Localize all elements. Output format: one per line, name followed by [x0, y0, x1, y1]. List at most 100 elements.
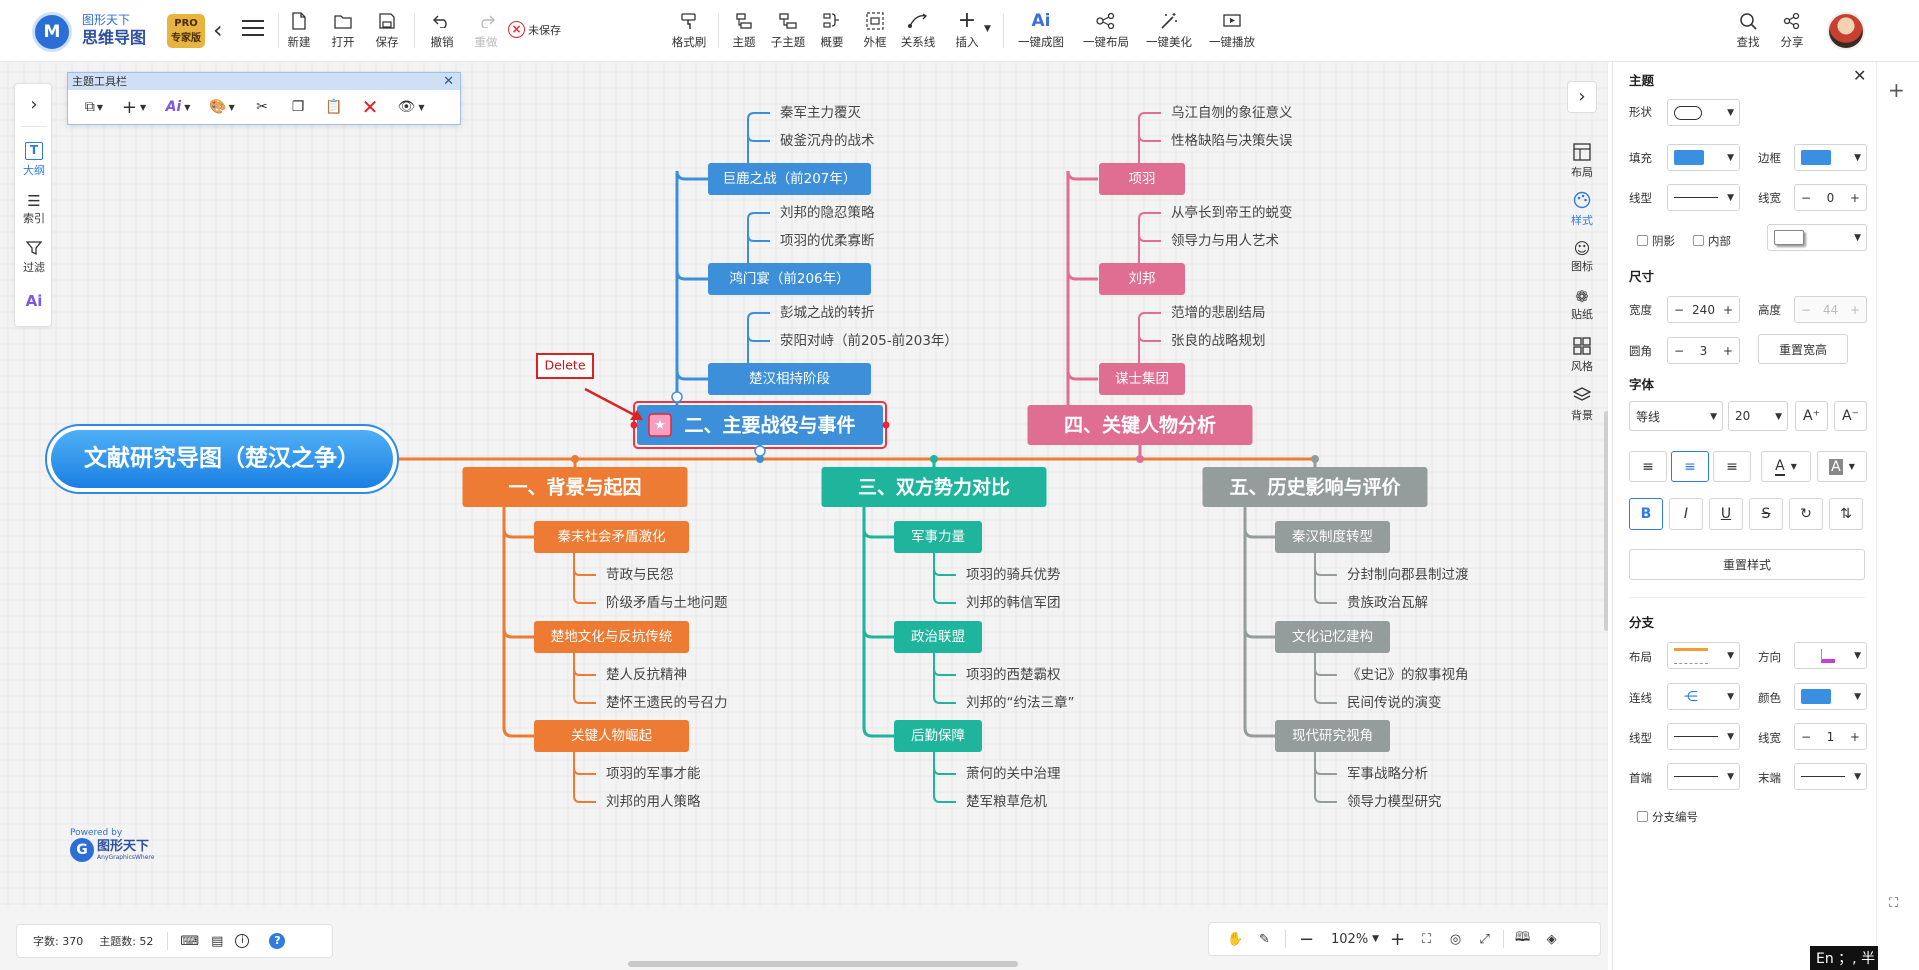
- back-icon[interactable]: ‹: [213, 16, 223, 44]
- bold-button[interactable]: B: [1629, 498, 1663, 530]
- sticker-button[interactable]: ❁ 贴纸: [1564, 288, 1600, 322]
- new-button[interactable]: 新建: [284, 8, 314, 56]
- topic-toolbar-header[interactable]: 主题工具栏 ✕: [68, 73, 460, 90]
- leaf-topic[interactable]: 《史记》的叙事视角: [1347, 667, 1469, 683]
- undo-button[interactable]: 撤销: [427, 8, 457, 56]
- pen-icon[interactable]: ✎: [1250, 932, 1279, 947]
- panel-close-icon[interactable]: ✕: [1853, 66, 1866, 85]
- fullscreen-icon[interactable]: ⤢: [1470, 932, 1499, 947]
- zoom-level[interactable]: 102%: [1331, 932, 1368, 947]
- leaf-topic[interactable]: 项羽的骑兵优势: [966, 567, 1061, 583]
- zoom-out-button[interactable]: −: [1292, 929, 1321, 950]
- shadow-checkbox[interactable]: 阴影: [1637, 233, 1675, 249]
- add-icon[interactable]: + ▼: [112, 94, 156, 120]
- font-family-select[interactable]: 等线 ▼: [1629, 401, 1723, 431]
- border-select[interactable]: ▼: [1794, 144, 1867, 171]
- leaf-topic[interactable]: 刘邦的“约法三章”: [966, 694, 1075, 711]
- leaf-topic[interactable]: 性格缺陷与决策失误: [1171, 132, 1293, 149]
- mindmap-canvas[interactable]: 一、背景与起因 秦末社会矛盾激化 苛政与民怨 阶级矛盾与土地问题 楚地文化与反抗传统 楚人…: [0, 62, 1608, 970]
- leaf-topic[interactable]: 民间传说的演变: [1347, 695, 1442, 711]
- add-child-handle[interactable]: [754, 445, 766, 457]
- insert-chevron-icon[interactable]: ▼: [984, 24, 991, 34]
- shadow-style-select[interactable]: ▼: [1767, 224, 1867, 251]
- fit-icon[interactable]: ⛶: [1412, 932, 1441, 947]
- leaf-topic[interactable]: 阶级矛盾与土地问题: [606, 595, 728, 611]
- branch-numbering-checkbox[interactable]: 分支编号: [1637, 809, 1698, 825]
- refresh-icon[interactable]: ↻: [1789, 498, 1823, 530]
- leaf-topic[interactable]: 荥阳对峙（前205-前203年）: [780, 332, 958, 349]
- font-shrink-button[interactable]: A⁻: [1834, 401, 1867, 431]
- zoom-in-button[interactable]: +: [1383, 929, 1412, 950]
- leaf-topic[interactable]: 项羽的军事才能: [606, 766, 701, 782]
- index-button[interactable]: ☰ 索引: [15, 192, 53, 226]
- play-button[interactable]: 一键播放: [1206, 8, 1258, 56]
- leaf-topic[interactable]: 苛政与民怨: [606, 567, 674, 583]
- highlight-select[interactable]: A ▼: [1817, 451, 1867, 482]
- expand-left-icon[interactable]: ›: [15, 94, 53, 115]
- icon-button[interactable]: ☺ 图标: [1564, 240, 1600, 274]
- font-size-select[interactable]: 20 ▼: [1728, 401, 1788, 431]
- strikethrough-button[interactable]: S: [1749, 498, 1783, 530]
- resize-handle[interactable]: [882, 421, 890, 429]
- leaf-topic[interactable]: 秦军主力覆灭: [780, 105, 861, 121]
- branch-direction-select[interactable]: ▼: [1794, 642, 1867, 669]
- save-button[interactable]: 保存: [372, 8, 402, 56]
- underline-button[interactable]: U: [1709, 498, 1743, 530]
- leaf-topic[interactable]: 张良的战略规划: [1171, 333, 1266, 349]
- align-right-button[interactable]: ≡: [1713, 451, 1751, 482]
- zoom-chevron-icon[interactable]: ▼: [1372, 934, 1379, 944]
- leaf-topic[interactable]: 刘邦的韩信军团: [966, 595, 1061, 611]
- ai-generate-button[interactable]: Ai 一键成图: [1015, 8, 1067, 56]
- open-button[interactable]: 打开: [328, 8, 358, 56]
- strip-screenshot-icon[interactable]: ⛶: [1889, 896, 1898, 911]
- hand-icon[interactable]: ✋: [1221, 932, 1250, 947]
- copy-style-icon[interactable]: ⧉ ▼: [76, 94, 112, 120]
- theme-style-button[interactable]: 风格: [1564, 337, 1600, 374]
- tail-end-select[interactable]: ▼: [1794, 763, 1867, 790]
- format-brush-button[interactable]: 格式刷: [668, 8, 710, 56]
- mindmap-svg[interactable]: 一、背景与起因秦末社会矛盾激化苛政与民怨阶级矛盾与土地问题楚地文化与反抗传统楚人…: [0, 62, 1608, 970]
- leaf-topic[interactable]: 从亭长到帝王的蜕变: [1171, 204, 1293, 221]
- branch-link-select[interactable]: ⋲ ▼: [1667, 683, 1740, 710]
- menu-icon[interactable]: [242, 20, 264, 36]
- font-grow-button[interactable]: A⁺: [1795, 401, 1828, 431]
- layout-button[interactable]: 布局: [1564, 143, 1600, 180]
- font-color-select[interactable]: A ▼: [1761, 451, 1811, 482]
- reset-size-button[interactable]: 重置宽高: [1758, 334, 1848, 364]
- map-icon[interactable]: ▤: [211, 934, 223, 949]
- sort-icon[interactable]: ⇅: [1829, 498, 1863, 530]
- italic-button[interactable]: I: [1669, 498, 1703, 530]
- leaf-topic[interactable]: 刘邦的隐忍策略: [780, 204, 875, 221]
- auto-layout-button[interactable]: 一键布局: [1080, 8, 1132, 56]
- style-button[interactable]: 样式: [1564, 191, 1600, 228]
- leaf-topic[interactable]: 彭城之战的转折: [780, 305, 875, 321]
- leaf-topic[interactable]: 刘邦的用人策略: [606, 793, 701, 810]
- reset-style-button[interactable]: 重置样式: [1629, 549, 1865, 580]
- shape-select[interactable]: ▼: [1667, 99, 1740, 126]
- strip-add-icon[interactable]: +: [1888, 78, 1905, 102]
- summary-button[interactable]: 概要: [816, 8, 848, 56]
- leaf-topic[interactable]: 领导力与用人艺术: [1171, 233, 1279, 249]
- align-left-button[interactable]: ≡: [1629, 451, 1667, 482]
- width-stepper[interactable]: −240 +: [1667, 296, 1740, 323]
- leaf-topic[interactable]: 贵族政治瓦解: [1347, 595, 1428, 611]
- leaf-topic[interactable]: 领导力模型研究: [1347, 794, 1442, 810]
- horizontal-scrollbar[interactable]: [628, 961, 1018, 967]
- resize-handle[interactable]: [630, 421, 638, 429]
- head-end-select[interactable]: ▼: [1667, 763, 1740, 790]
- branch-layout-select[interactable]: ▼: [1667, 642, 1740, 669]
- layers-toggle-icon[interactable]: ◈: [1537, 932, 1566, 947]
- leaf-topic[interactable]: 分封制向郡县制过渡: [1347, 567, 1469, 583]
- branch-color-select[interactable]: ▼: [1794, 683, 1867, 710]
- ai-panel-button[interactable]: Ai: [15, 292, 53, 310]
- palette-icon[interactable]: 🎨 ▼: [200, 94, 244, 120]
- leaf-topic[interactable]: 破釜沉舟的战术: [780, 133, 875, 149]
- center-icon[interactable]: ◎: [1441, 932, 1470, 947]
- branch-line-width-stepper[interactable]: −1 +: [1794, 723, 1867, 750]
- eye-icon[interactable]: 👁 ▼: [388, 94, 434, 120]
- boundary-button[interactable]: 外框: [859, 8, 891, 56]
- insert-button[interactable]: + 插入: [950, 8, 984, 56]
- relation-button[interactable]: 关系线: [898, 8, 938, 56]
- filter-button[interactable]: 过滤: [15, 240, 53, 275]
- leaf-topic[interactable]: 楚怀王遗民的号召力: [606, 695, 728, 711]
